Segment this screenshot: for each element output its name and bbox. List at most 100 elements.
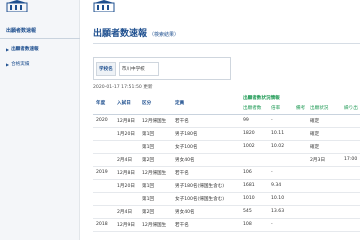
cell-notes <box>293 140 307 154</box>
cell-status <box>307 218 341 232</box>
school-logo-icon[interactable] <box>6 0 28 12</box>
cell-date: 2月4日 <box>114 205 139 219</box>
cell-status: 2月3日 <box>307 153 341 167</box>
table-row: 2018 12月9日 12月帰国生 若干名 108 - <box>93 218 360 232</box>
cell-date: 1月20日 <box>114 127 139 141</box>
cell-status <box>307 179 341 193</box>
cell-year <box>93 127 114 141</box>
cell-capacity: 男女40名 <box>172 153 240 167</box>
chevron-right-icon: ▶ <box>6 46 10 52</box>
main-content: 出願者数速報 （検索結果） 学校名 市川中学校 2020-01-17 17:51:… <box>80 0 360 240</box>
cell-status: 確定 <box>307 114 341 128</box>
cell-extra <box>341 166 360 180</box>
cell-status <box>307 192 341 206</box>
cell-division: 第1回 <box>139 140 172 154</box>
cell-notes <box>293 114 307 128</box>
table-row: 1月20日 第1回 男子180名(帰国生含む) 1681 9.34 <box>93 179 360 193</box>
cell-applicants: 99 <box>240 114 268 128</box>
cell-ratio: - <box>268 218 293 232</box>
cell-applicants: 1681 <box>240 179 268 193</box>
cell-extra <box>341 140 360 154</box>
cell-extra <box>341 179 360 193</box>
cell-applicants: 1820 <box>240 127 268 141</box>
cell-year: 2020 <box>93 114 114 128</box>
header-notes: 備考 <box>293 103 307 115</box>
cell-extra <box>341 127 360 141</box>
cell-year: 2019 <box>93 166 114 180</box>
page-subtitle: （検索結果） <box>149 32 180 38</box>
table-row: 第1回 女子100名(帰国生含む) 1010 10.10 <box>93 192 360 206</box>
cell-date <box>114 140 139 154</box>
cell-division: 第2回 <box>139 153 172 167</box>
cell-date <box>114 192 139 206</box>
cell-date: 1月20日 <box>114 179 139 193</box>
table-row: 2月4日 第2回 男女40名 545 13.63 <box>93 205 360 219</box>
cell-capacity: 若干名 <box>172 114 240 128</box>
sidebar-divider <box>0 38 80 39</box>
page-title: 出願者数速報 （検索結果） <box>93 26 179 39</box>
header-ratio: 倍率 <box>268 103 293 115</box>
cell-notes <box>293 205 307 219</box>
applicants-table: 年度 入試日 区分 定員 出願者数状況情報 出願者数 倍率 備考 出願状況 繰り… <box>93 93 360 232</box>
sidebar-item-label: 出願者数速報 <box>11 47 39 52</box>
sidebar-item-applicants[interactable]: ▶ 出願者数速報 <box>6 46 39 53</box>
title-divider <box>93 43 360 44</box>
sidebar-item-results[interactable]: ▶ 合格実績 <box>6 61 29 68</box>
page-title-text: 出願者数速報 <box>93 29 148 39</box>
cell-notes <box>293 153 307 167</box>
cell-ratio: 10.02 <box>268 140 293 154</box>
cell-year: 2018 <box>93 218 114 232</box>
table-row: 2020 12月8日 12月帰国生 若干名 99 - 確定 <box>93 114 360 128</box>
cell-capacity: 男女40名 <box>172 205 240 219</box>
cell-status <box>307 166 341 180</box>
cell-year <box>93 140 114 154</box>
header-entrance-date: 入試日 <box>114 93 139 115</box>
cell-capacity: 若干名 <box>172 166 240 180</box>
school-logo-icon[interactable] <box>93 0 115 12</box>
cell-applicants: 545 <box>240 205 268 219</box>
cell-ratio: 13.63 <box>268 205 293 219</box>
cell-extra: 17:00 <box>341 153 360 167</box>
cell-status: 確定 <box>307 140 341 154</box>
cell-division: 12月帰国生 <box>139 218 172 232</box>
cell-notes <box>293 179 307 193</box>
header-capacity: 定員 <box>172 93 240 115</box>
cell-extra <box>341 114 360 128</box>
header-year: 年度 <box>93 93 114 115</box>
cell-ratio: - <box>268 114 293 128</box>
cell-extra <box>341 192 360 206</box>
cell-applicants <box>240 153 268 167</box>
cell-division: 第1回 <box>139 192 172 206</box>
header-group: 出願者数状況情報 <box>240 93 360 103</box>
cell-ratio: 10.11 <box>268 127 293 141</box>
cell-extra <box>341 218 360 232</box>
cell-ratio <box>268 153 293 167</box>
cell-capacity: 若干名 <box>172 218 240 232</box>
sidebar-app-title: 出願者数速報 <box>6 28 37 34</box>
school-label: 学校名 <box>96 61 116 76</box>
updated-timestamp: 2020-01-17 17:51:50 更新 <box>93 85 153 90</box>
header-applicants: 出願者数 <box>240 103 268 115</box>
header-division: 区分 <box>139 93 172 115</box>
cell-ratio: 10.10 <box>268 192 293 206</box>
cell-capacity: 男子180名(帰国生含む) <box>172 179 240 193</box>
cell-status: 確定 <box>307 127 341 141</box>
table-row: 2月4日 第2回 男女40名 2月3日 17:00 <box>93 153 360 167</box>
header-status: 出願状況 <box>307 103 341 115</box>
cell-year <box>93 192 114 206</box>
cell-division: 第1回 <box>139 127 172 141</box>
cell-applicants: 108 <box>240 218 268 232</box>
cell-extra <box>341 205 360 219</box>
cell-division: 12月帰国生 <box>139 114 172 128</box>
cell-notes <box>293 166 307 180</box>
header-admission: 繰り出 <box>341 103 360 115</box>
cell-notes <box>293 192 307 206</box>
cell-division: 第1回 <box>139 179 172 193</box>
cell-status <box>307 205 341 219</box>
cell-date: 12月9日 <box>114 218 139 232</box>
chevron-right-icon: ▶ <box>6 61 10 67</box>
table-row: 2019 12月8日 12月帰国生 若干名 106 - <box>93 166 360 180</box>
table-row: 1月20日 第1回 男子180名 1820 10.11 確定 <box>93 127 360 141</box>
cell-date: 2月4日 <box>114 153 139 167</box>
cell-notes <box>293 218 307 232</box>
